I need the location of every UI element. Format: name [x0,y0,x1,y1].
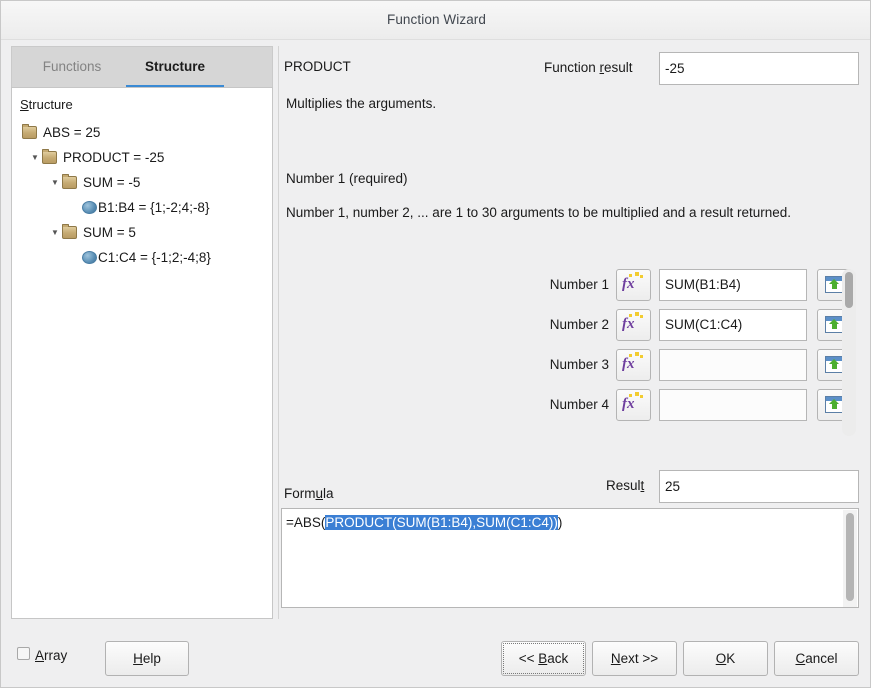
folder-icon [62,224,77,239]
chevron-down-icon[interactable]: ▼ [48,170,62,195]
formula-scrollbar[interactable] [843,510,857,607]
fx-icon: fx [617,310,650,340]
tab-structure[interactable]: Structure [125,47,225,88]
folder-icon [22,124,37,139]
result-field[interactable]: 25 [659,470,859,503]
next-button[interactable]: Next >> [592,641,677,676]
tree-node[interactable]: ▼ SUM = 5 [12,220,272,245]
function-name-label: PRODUCT [284,59,351,74]
argument-label: Number 4 [549,397,609,412]
tree-node[interactable]: B1:B4 = {1;-2;4;-8} [12,195,272,220]
function-wizard-fx-button[interactable]: fx [616,269,651,301]
tree-node-label: ABS = 25 [43,125,101,140]
argument-input[interactable] [659,389,807,421]
structure-tree-panel: Structure ABS = 25 ▼ PRODUCT = -25 ▼ SUM = -… [11,87,273,619]
left-panel: Functions Structure Structure ABS = 25 ▼ P… [11,46,273,619]
chevron-down-icon[interactable]: ▼ [28,145,42,170]
arguments-scrollbar[interactable] [842,269,856,436]
formula-scrollbar-thumb[interactable] [846,513,854,601]
chevron-down-icon[interactable]: ▼ [48,220,62,245]
ok-button[interactable]: OK [683,641,768,676]
fx-icon: fx [617,390,650,420]
argument-input[interactable] [659,349,807,381]
tree-node-label: SUM = -5 [83,175,141,190]
tree-node-label: B1:B4 = {1;-2;4;-8} [98,200,210,215]
argument-title: Number 1 (required) [286,171,408,186]
argument-label: Number 2 [549,317,609,332]
tab-strip: Functions Structure [11,46,273,88]
argument-label: Number 1 [549,277,609,292]
function-wizard-fx-button[interactable]: fx [616,389,651,421]
array-label[interactable]: Array [35,648,67,663]
tree-node-label: C1:C4 = {-1;2;-4;8} [98,250,211,265]
function-result-label: Function result [544,60,633,75]
window-title: Function Wizard [386,12,487,27]
argument-row: Number 3 fx [279,349,852,389]
tree-node[interactable]: C1:C4 = {-1;2;-4;8} [12,245,272,270]
arguments-scrollbar-thumb[interactable] [845,272,853,308]
argument-row: Number 4 fx [279,389,852,429]
back-button[interactable]: << Back [501,641,586,676]
array-checkbox[interactable] [17,647,30,660]
result-label: Result [606,478,645,493]
right-panel: PRODUCT Function result -25 Multiplies t… [279,46,864,619]
footer-bar: Array Help << Back Next >> OK Cancel [1,627,870,687]
folder-icon [42,149,57,164]
tree-node[interactable]: ▼ PRODUCT = -25 [12,145,272,170]
tree-node-label: SUM = 5 [83,225,136,240]
formula-text: =ABS(PRODUCT(SUM(B1:B4),SUM(C1:C4))) [286,514,562,532]
bullet-icon [82,201,97,214]
title-bar: Function Wizard [1,1,870,40]
help-button[interactable]: Help [105,641,189,676]
bullet-icon [82,251,97,264]
formula-input[interactable]: =ABS(PRODUCT(SUM(B1:B4),SUM(C1:C4))) [281,508,859,608]
tree-node[interactable]: ▼ SUM = -5 [12,170,272,195]
function-wizard-fx-button[interactable]: fx [616,349,651,381]
formula-prefix: =ABS( [286,515,326,530]
fx-icon: fx [617,350,650,380]
argument-input[interactable]: SUM(B1:B4) [659,269,807,301]
folder-icon [62,174,77,189]
structure-tree[interactable]: ABS = 25 ▼ PRODUCT = -25 ▼ SUM = -5 B1:B4 = {… [12,120,272,270]
tree-node[interactable]: ABS = 25 [12,120,272,145]
formula-suffix: ) [557,515,563,530]
structure-heading: Structure [20,97,73,112]
tab-functions[interactable]: Functions [22,47,122,88]
formula-selected-part: PRODUCT(SUM(B1:B4),SUM(C1:C4)) [325,515,558,530]
function-summary: Multiplies the arguments. [286,96,437,111]
argument-label: Number 3 [549,357,609,372]
cancel-button[interactable]: Cancel [774,641,859,676]
function-result-field[interactable]: -25 [659,52,859,85]
formula-label: Formula [284,486,334,501]
tree-node-label: PRODUCT = -25 [63,150,165,165]
argument-input[interactable]: SUM(C1:C4) [659,309,807,341]
argument-description: Number 1, number 2, ... are 1 to 30 argu… [286,205,792,220]
argument-row: Number 1 fx SUM(B1:B4) [279,269,852,309]
function-wizard-fx-button[interactable]: fx [616,309,651,341]
arguments-area: Number 1 fx SUM(B1:B4) Number 2 fx SUM(C1:C4)… [279,269,864,436]
argument-row: Number 2 fx SUM(C1:C4) [279,309,852,349]
function-wizard-dialog: Function Wizard Functions Structure Stru… [0,0,871,688]
fx-icon: fx [617,270,650,300]
